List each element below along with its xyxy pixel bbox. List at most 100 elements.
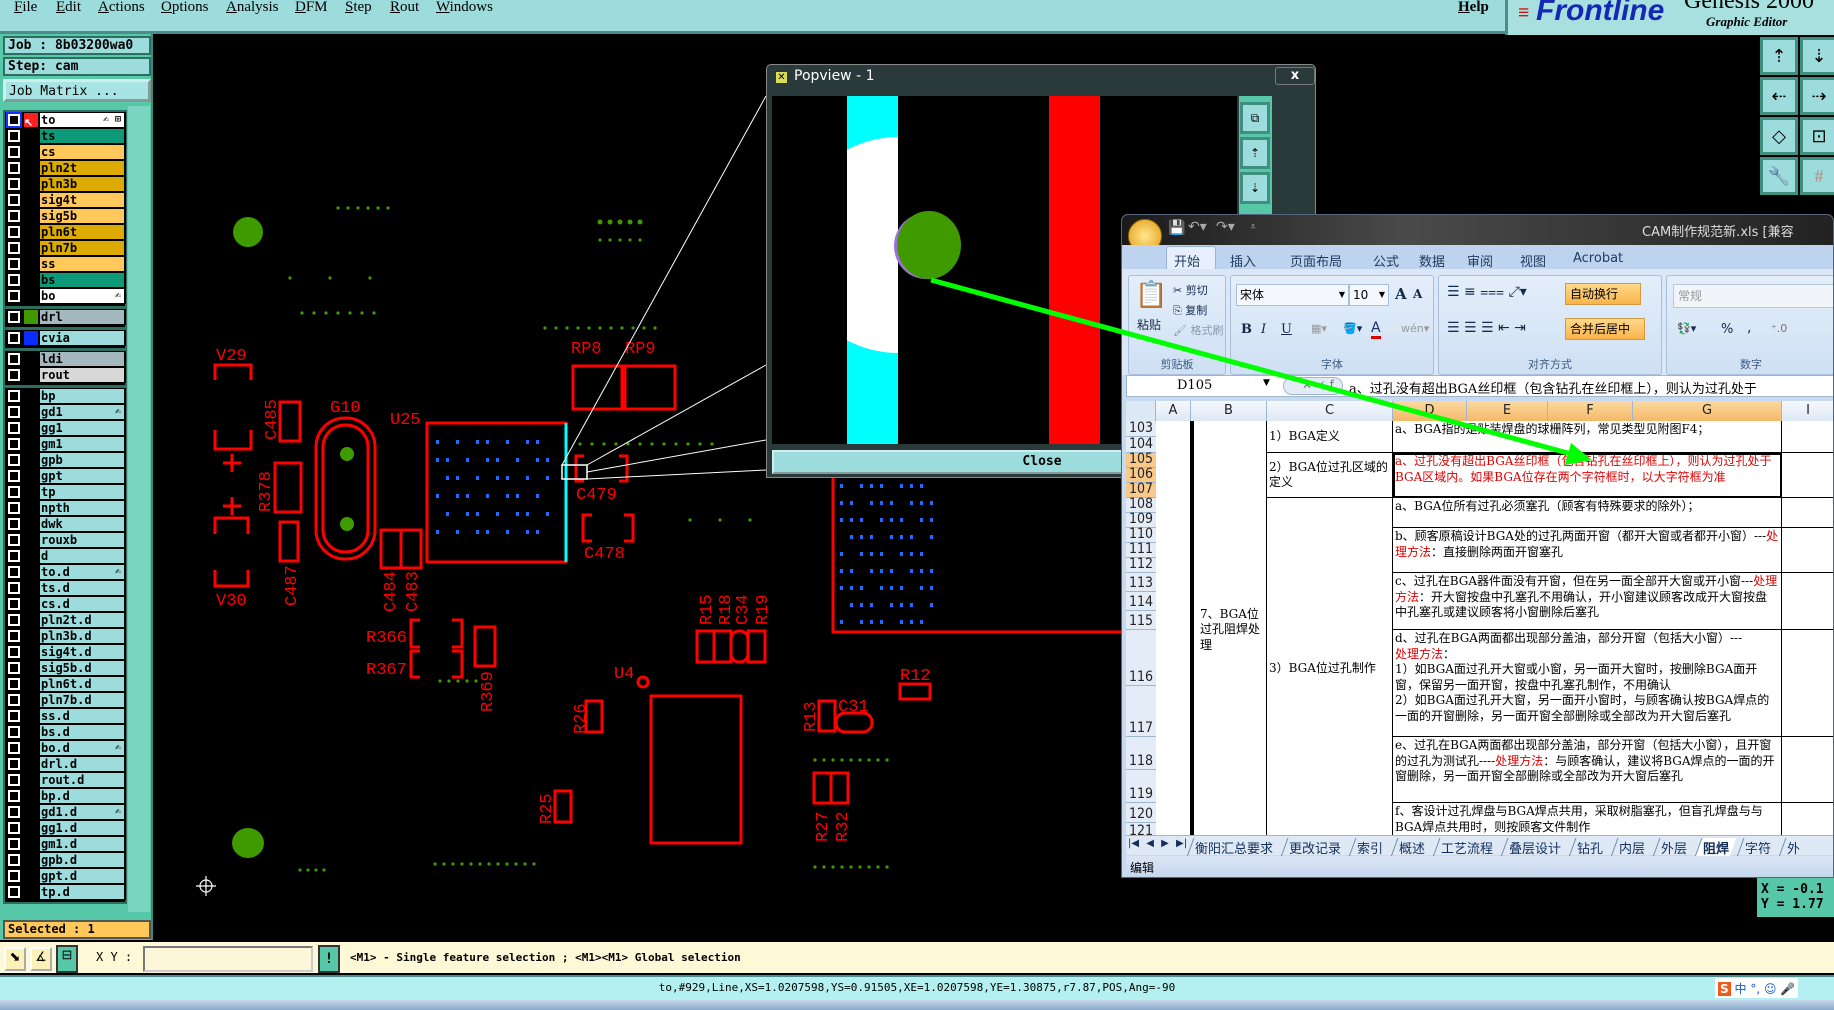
measure-mode-button[interactable]: ∡ <box>30 947 52 971</box>
redo-icon[interactable]: ↷▾ <box>1216 219 1235 235</box>
ime-punctuation[interactable]: °, <box>1750 982 1760 996</box>
cell-i-1[interactable] <box>1782 453 1833 498</box>
column-header-F[interactable]: F <box>1548 401 1633 421</box>
cell-i-4[interactable] <box>1782 573 1833 630</box>
row-header-115[interactable]: 115 <box>1126 611 1156 630</box>
sheet-nav-buttons[interactable]: |◀ ◀ ▶ ▶| <box>1128 838 1187 849</box>
format-painter-button[interactable]: 🖌 格式刷 <box>1173 322 1223 338</box>
ime-toolbar[interactable]: S 中 °, ☺ 🎤 <box>1715 978 1799 998</box>
row-header-117[interactable]: 117 <box>1126 686 1156 737</box>
zoom-out-button[interactable]: ◇ <box>1760 117 1798 155</box>
row-header-116[interactable]: 116 <box>1126 630 1156 686</box>
bold-button[interactable]: B <box>1241 322 1252 337</box>
ribbon-tab-insert[interactable]: 插入 <box>1230 251 1256 270</box>
ribbon-tab-review[interactable]: 审阅 <box>1467 251 1493 270</box>
copy-button[interactable]: ⎘ 复制 <box>1173 302 1207 318</box>
cell-i-6[interactable] <box>1782 737 1833 803</box>
xy-input[interactable] <box>143 946 313 972</box>
horizontal-align-icons[interactable]: ☰ ☰ ☰ ⇤ ⇥ <box>1447 320 1526 336</box>
sheet-tab-10[interactable]: 字符 <box>1736 838 1779 857</box>
pan-up-button[interactable]: ⇡ <box>1760 37 1798 75</box>
comma-button[interactable]: , <box>1747 320 1751 336</box>
row-header-114[interactable]: 114 <box>1126 592 1156 611</box>
sheet-tab-9[interactable]: 阻焊 <box>1694 838 1737 857</box>
cell-c-1[interactable]: 2）BGA位过孔区域的定义 <box>1267 453 1393 498</box>
paste-button[interactable]: 粘贴 <box>1137 316 1161 333</box>
ribbon-tab-view[interactable]: 视图 <box>1520 251 1546 270</box>
active-cell-d105[interactable]: a、过孔没有超出BGA丝印框（包含钻孔在丝印框上），则认为过孔处于BGA区域内。… <box>1393 453 1782 498</box>
cell-i-5[interactable] <box>1782 630 1833 737</box>
prev-sheet-icon[interactable]: ◀ <box>1146 838 1154 849</box>
row-header-113[interactable]: 113 <box>1126 573 1156 592</box>
formula-cancel-enter-fx[interactable]: ✕ ✓ f <box>1283 377 1343 395</box>
column-header-E[interactable]: E <box>1467 401 1548 421</box>
sheet-tab-2[interactable]: 索引 <box>1348 838 1391 857</box>
column-header-G[interactable]: G <box>1633 401 1782 421</box>
cell-c-2[interactable]: 3）BGA位过孔制作 <box>1267 498 1393 840</box>
cell-a[interactable] <box>1156 421 1191 840</box>
sheet-tab-4[interactable]: 工艺流程 <box>1432 838 1501 857</box>
popview-close-x-button[interactable]: x <box>1275 67 1315 85</box>
ribbon-tab-formulas[interactable]: 公式 <box>1373 251 1399 270</box>
ime-voice-icon[interactable]: 🎤 <box>1780 982 1795 996</box>
italic-button[interactable]: I <box>1261 322 1266 337</box>
ribbon-tab-home[interactable]: 开始 <box>1174 251 1200 270</box>
sheet-tab-6[interactable]: 钻孔 <box>1568 838 1611 857</box>
popview-up-button[interactable]: ⇡ <box>1240 137 1270 169</box>
formula-content[interactable]: a、过孔没有超出BGA丝印框（包含钻孔在丝印框上），则认为过孔处于 <box>1349 378 1757 397</box>
merge-center-button[interactable]: 合并后居中 <box>1565 318 1645 340</box>
pan-down-button[interactable]: ⇣ <box>1800 37 1834 75</box>
sheet-tab-8[interactable]: 外层 <box>1652 838 1695 857</box>
ribbon-tab-data[interactable]: 数据 <box>1419 251 1445 270</box>
shrink-font-button[interactable]: A <box>1413 287 1422 301</box>
cut-button[interactable]: ✂ 剪切 <box>1173 282 1208 298</box>
font-size-select[interactable]: 10 ▼ <box>1349 284 1389 306</box>
last-sheet-icon[interactable]: ▶| <box>1176 838 1187 849</box>
select-all-corner[interactable] <box>1126 401 1156 421</box>
customize-qat-icon[interactable]: ⩡ <box>1250 220 1256 234</box>
row-header-103[interactable]: 103 <box>1126 420 1156 437</box>
pan-right-button[interactable]: ⇢ <box>1800 77 1834 115</box>
popview-down-button[interactable]: ⇣ <box>1240 172 1270 204</box>
cell-i-0[interactable] <box>1782 421 1833 453</box>
sheet-tab-7[interactable]: 内层 <box>1610 838 1653 857</box>
row-header-118[interactable]: 118 <box>1126 737 1156 770</box>
cell-d-0[interactable]: a、BGA指的是贴装焊盘的球栅阵列，常见类型见附图F4； <box>1393 421 1782 453</box>
snap-button[interactable]: ⊟ <box>56 945 78 973</box>
sogou-ime-icon[interactable]: S <box>1718 982 1731 996</box>
warning-button[interactable]: ! <box>318 945 340 973</box>
name-box[interactable]: D105 <box>1177 378 1212 393</box>
ribbon-tab-page-layout[interactable]: 页面布局 <box>1290 251 1342 270</box>
row-header-119[interactable]: 119 <box>1126 770 1156 803</box>
sheet-tab-5[interactable]: 叠层设计 <box>1500 838 1569 857</box>
column-header-I[interactable]: I <box>1782 401 1833 421</box>
cell-i-2[interactable] <box>1782 498 1833 528</box>
cell-d-6[interactable]: e、过孔在BGA两面都出现部分盖油，部分开窗（包括大小窗），且开窗的过孔为测试孔… <box>1393 737 1782 803</box>
ime-emoji-icon[interactable]: ☺ <box>1764 982 1777 996</box>
border-icon[interactable]: ▦▾ <box>1311 322 1327 335</box>
pan-left-button[interactable]: ⇠ <box>1760 77 1798 115</box>
next-sheet-icon[interactable]: ▶ <box>1161 838 1169 849</box>
sheet-tab-0[interactable]: 衡阳汇总要求 <box>1186 838 1281 857</box>
wrap-text-button[interactable]: 自动换行 <box>1565 283 1641 305</box>
sheet-tab-3[interactable]: 概述 <box>1390 838 1433 857</box>
sheet-tab-1[interactable]: 更改记录 <box>1280 838 1349 857</box>
cell-c-0[interactable]: 1）BGA定义 <box>1267 421 1393 453</box>
cell-d-2[interactable]: a、BGA位所有过孔必须塞孔（顾客有特殊要求的除外）； <box>1393 498 1782 528</box>
grow-font-button[interactable]: A <box>1395 285 1407 303</box>
cell-d-3[interactable]: b、顾客原稿设计BGA处的过孔两面开窗（都开大窗或者都开小窗）---处理方法：直… <box>1393 528 1782 573</box>
grid-button[interactable]: # <box>1800 157 1834 195</box>
save-icon[interactable]: 💾 <box>1168 220 1185 236</box>
sheet-tab-11[interactable]: 外 <box>1778 838 1808 857</box>
accounting-icon[interactable]: 💱▾ <box>1677 322 1696 335</box>
paste-icon[interactable]: 📋 <box>1135 280 1167 310</box>
undo-icon[interactable]: ↶▾ <box>1188 219 1207 235</box>
decimal-icon[interactable]: ⁺.0 <box>1771 322 1787 335</box>
cell-i-3[interactable] <box>1782 528 1833 573</box>
number-format-select[interactable]: 常规 <box>1673 284 1833 308</box>
vertical-align-icons[interactable]: ☰ ≡ ⩶ ⤢▾ <box>1447 284 1527 300</box>
column-header-C[interactable]: C <box>1267 401 1393 421</box>
graphic-control-button[interactable]: 🔧 <box>1760 157 1798 195</box>
font-name-select[interactable]: 宋体 ▼ <box>1236 284 1349 306</box>
cell-d-4[interactable]: c、过孔在BGA器件面没有开窗，但在另一面全部开大窗或开小窗---处理方法：开大… <box>1393 573 1782 630</box>
